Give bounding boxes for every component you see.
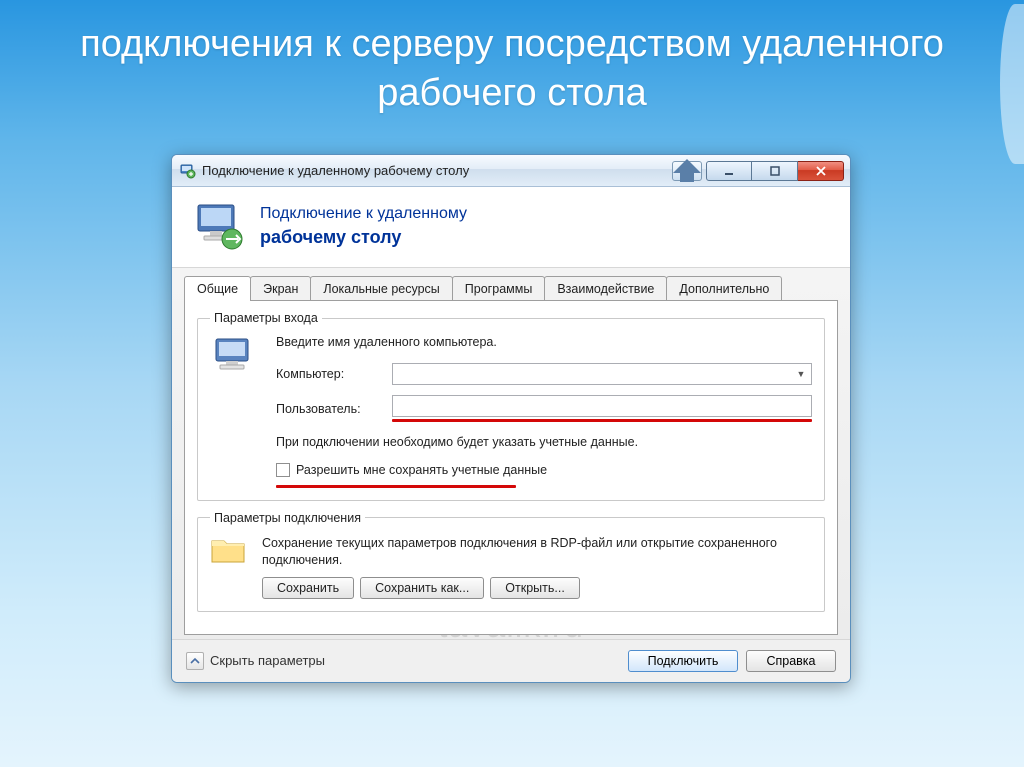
- dialog-header: Подключение к удаленному рабочему столу: [172, 187, 850, 268]
- annotation-underline-2: [276, 485, 516, 488]
- connection-group: Параметры подключения Сохранение текущих…: [197, 511, 825, 612]
- credentials-note: При подключении необходимо будет указать…: [276, 434, 812, 451]
- help-hint-button[interactable]: [672, 161, 702, 181]
- tab-local-resources[interactable]: Локальные ресурсы: [310, 276, 452, 300]
- save-as-button[interactable]: Сохранить как...: [360, 577, 484, 599]
- minimize-button[interactable]: [706, 161, 752, 181]
- user-label: Пользователь:: [276, 402, 386, 416]
- tab-general[interactable]: Общие: [184, 276, 251, 301]
- tab-strip: Общие Экран Локальные ресурсы Программы …: [184, 276, 838, 300]
- help-button[interactable]: Справка: [746, 650, 836, 672]
- tab-advanced[interactable]: Дополнительно: [666, 276, 782, 300]
- hide-options-toggle[interactable]: Скрыть параметры: [186, 652, 325, 670]
- dialog-footer: Скрыть параметры Подключить Справка: [172, 639, 850, 682]
- tab-programs[interactable]: Программы: [452, 276, 546, 300]
- header-line-2: рабочему столу: [260, 225, 467, 249]
- open-button[interactable]: Открыть...: [490, 577, 580, 599]
- connection-legend: Параметры подключения: [210, 511, 365, 525]
- login-instruction: Введите имя удаленного компьютера.: [276, 335, 812, 349]
- rdp-dialog: Подключение к удаленному рабочему столу …: [171, 154, 851, 683]
- annotation-underline: [392, 419, 812, 422]
- computer-label: Компьютер:: [276, 367, 386, 381]
- remote-desktop-icon: [192, 201, 246, 251]
- slide-title: подключения к серверу посредством удален…: [0, 0, 1024, 119]
- folder-icon: [210, 535, 246, 565]
- computer-combobox[interactable]: ▼: [392, 363, 812, 385]
- tab-display[interactable]: Экран: [250, 276, 311, 300]
- chevron-up-icon: [186, 652, 204, 670]
- tab-experience[interactable]: Взаимодействие: [544, 276, 667, 300]
- maximize-button[interactable]: [752, 161, 798, 181]
- login-legend: Параметры входа: [210, 311, 322, 325]
- header-line-1: Подключение к удаленному: [260, 203, 467, 225]
- chevron-down-icon: ▼: [793, 366, 809, 382]
- connection-text: Сохранение текущих параметров подключени…: [262, 535, 812, 569]
- window-title: Подключение к удаленному рабочему столу: [202, 163, 672, 178]
- save-button[interactable]: Сохранить: [262, 577, 354, 599]
- login-group: Параметры входа Введите имя удаленного к…: [197, 311, 825, 501]
- user-field[interactable]: [392, 395, 812, 417]
- connect-button[interactable]: Подключить: [628, 650, 738, 672]
- tab-panel-general: Параметры входа Введите имя удаленного к…: [184, 300, 838, 635]
- close-button[interactable]: [798, 161, 844, 181]
- save-credentials-label: Разрешить мне сохранять учетные данные: [296, 463, 547, 477]
- computer-icon: [210, 335, 266, 384]
- titlebar[interactable]: Подключение к удаленному рабочему столу: [172, 155, 850, 187]
- save-credentials-checkbox[interactable]: [276, 463, 290, 477]
- rdp-app-icon: [180, 163, 196, 179]
